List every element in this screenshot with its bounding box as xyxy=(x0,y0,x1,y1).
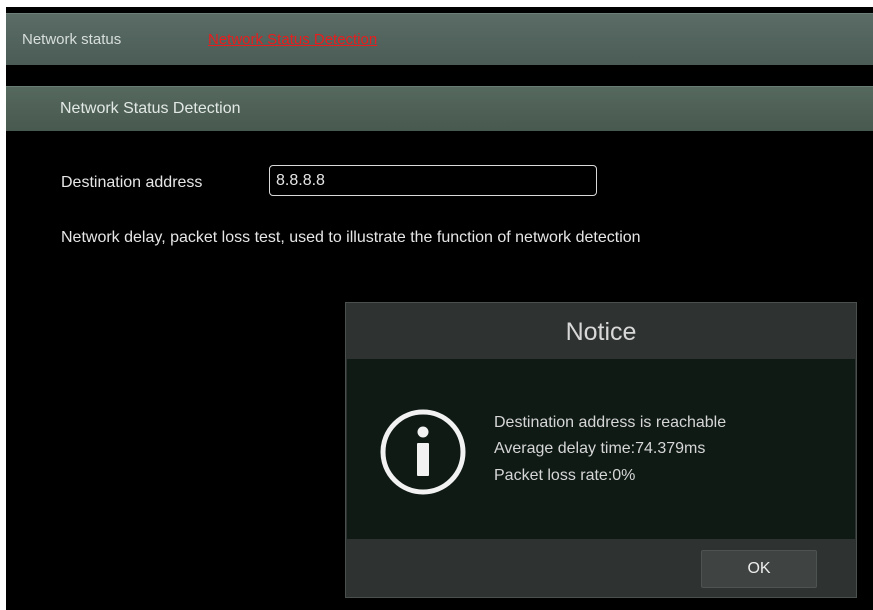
ok-button[interactable]: OK xyxy=(701,550,817,588)
tab-network-status[interactable]: Network status xyxy=(22,31,121,48)
tab-network-status-detection[interactable]: Network Status Detection xyxy=(208,31,377,48)
dialog-title: Notice xyxy=(565,318,637,346)
destination-address-label: Destination address xyxy=(61,174,203,191)
reachable-message: Destination address is reachable xyxy=(494,414,727,431)
section-title: Network Status Detection xyxy=(60,100,241,117)
dialog-footer: OK xyxy=(346,539,856,597)
destination-address-input[interactable] xyxy=(269,165,597,196)
info-icon xyxy=(380,409,466,495)
packet-loss-message: Packet loss rate:0% xyxy=(494,467,636,484)
detection-description: Network delay, packet loss test, used to… xyxy=(61,229,641,246)
section-header: Network Status Detection xyxy=(6,86,873,131)
dialog-body: Destination address is reachable Average… xyxy=(347,359,855,539)
tab-bar: Network status Network Status Detection xyxy=(6,13,873,65)
app-screen: Network status Network Status Detection … xyxy=(6,7,873,610)
average-delay-message: Average delay time:74.379ms xyxy=(494,440,706,457)
notice-dialog: Notice Destination address is reachable … xyxy=(345,302,857,598)
